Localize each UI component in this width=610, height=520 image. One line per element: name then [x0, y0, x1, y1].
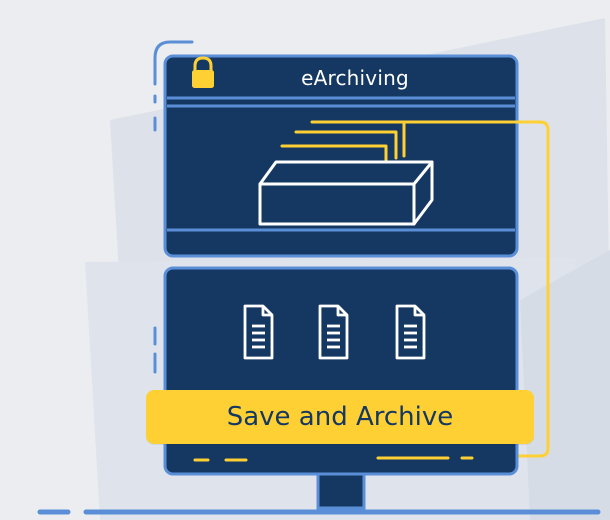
window-title: eArchiving	[301, 66, 409, 90]
monitor-stand	[316, 472, 366, 510]
save-and-archive-button[interactable]: Save and Archive	[146, 390, 534, 444]
